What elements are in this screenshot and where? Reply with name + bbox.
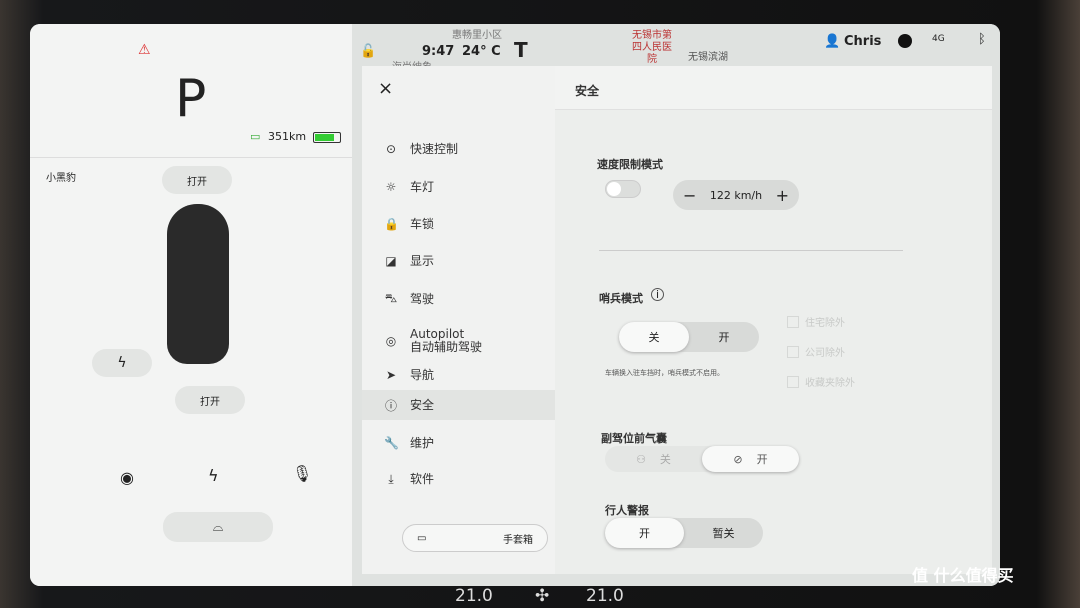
battery-icon bbox=[313, 132, 341, 143]
wrench-icon: 🔧 bbox=[384, 436, 399, 450]
menu-item-7[interactable]: ⓘ 安全 bbox=[362, 390, 555, 420]
menu-item-label: 显示 bbox=[410, 253, 435, 268]
menu-item-5[interactable]: ◎ Autopilot 自动辅助驾驶 bbox=[384, 328, 482, 354]
menu-item-label: 车灯 bbox=[410, 179, 435, 194]
pedestrian-pause-option[interactable]: 暂关 bbox=[684, 518, 763, 548]
bluetooth-icon[interactable]: ᛒ bbox=[978, 32, 986, 47]
car-small-icon: ▭ bbox=[250, 130, 261, 143]
left-temperature[interactable]: 21.0 bbox=[455, 586, 493, 606]
pedestrian-warning-switch: 开 暂关 bbox=[605, 518, 763, 548]
pedestrian-on-option[interactable]: 开 bbox=[605, 518, 684, 548]
map-label: 无锡市第四人民医院 bbox=[632, 30, 672, 65]
watermark: 值 什么值得买 bbox=[912, 566, 1014, 585]
lightning-icon[interactable]: ϟ bbox=[208, 466, 219, 485]
menu-item-3[interactable]: ◪ 显示 bbox=[384, 254, 434, 268]
map-label: 惠畅里小区 bbox=[452, 30, 502, 41]
menu-item-label: Autopilot 自动辅助驾驶 bbox=[410, 327, 483, 354]
camera-icon[interactable]: ◉ bbox=[120, 468, 134, 487]
range: 351km bbox=[268, 130, 307, 143]
right-temperature[interactable]: 21.0 bbox=[586, 586, 624, 606]
download-icon: ⤓ bbox=[388, 472, 394, 486]
menu-item-2[interactable]: 🔒 车锁 bbox=[384, 217, 434, 231]
clock: 9:47 bbox=[422, 44, 455, 59]
navigation-icon: ➤ bbox=[385, 368, 397, 382]
sentry-mode-switch: 关 开 bbox=[619, 322, 759, 352]
temperature: 24° C bbox=[462, 44, 501, 59]
safety-settings: 安全 速度限制模式 − 122 km/h + 哨兵模式 i 关 开 车辆换入驻车… bbox=[555, 66, 992, 574]
divider bbox=[30, 157, 352, 158]
sentry-on-option[interactable]: 开 bbox=[689, 322, 759, 352]
gear-indicator: P bbox=[175, 69, 207, 129]
airbag-on-icon: ⊘ bbox=[733, 452, 757, 466]
touchscreen: 惠畅里小区 🔓 9:47 24° C 惠畅里小区 海尚绅象 T 无锡市第四人民医… bbox=[30, 24, 1000, 586]
user-name[interactable]: Chris bbox=[844, 34, 881, 49]
alert-icon: ⓘ bbox=[384, 398, 397, 413]
frunk-open-button[interactable]: 打开 bbox=[162, 166, 232, 194]
lock-icon[interactable]: 🔓 bbox=[360, 44, 376, 59]
pedestrian-warning-label: 行人警报 bbox=[605, 504, 649, 517]
microphone-icon[interactable]: 🎙 bbox=[292, 464, 312, 483]
speed-limit-value: 122 km/h bbox=[709, 188, 763, 202]
menu-item-9[interactable]: ⤓ 软件 bbox=[384, 472, 434, 487]
page-title: 安全 bbox=[575, 84, 600, 98]
increase-button[interactable]: + bbox=[776, 186, 789, 205]
menu-item-label: 驾驶 bbox=[410, 291, 435, 306]
charge-port-button[interactable]: ϟ bbox=[92, 349, 152, 377]
sentry-off-option[interactable]: 关 bbox=[619, 322, 689, 352]
menu-item-1[interactable]: ☼ 车灯 bbox=[384, 180, 434, 194]
menu-item-8[interactable]: 🔧 维护 bbox=[384, 436, 434, 450]
map-label: 无锡滨湖 bbox=[688, 52, 728, 63]
menu-item-label: 快速控制 bbox=[410, 141, 459, 156]
car-icon: ⛍ bbox=[384, 291, 398, 305]
status-bar: 🔓 9:47 24° C 惠畅里小区 海尚绅象 T 无锡市第四人民医院 无锡滨湖… bbox=[352, 24, 1000, 73]
divider bbox=[599, 250, 903, 251]
menu-item-label: 导航 bbox=[410, 367, 435, 382]
info-icon[interactable]: i bbox=[651, 288, 664, 301]
airbag-off-icon: ⚇ bbox=[636, 452, 660, 466]
close-icon[interactable]: × bbox=[378, 78, 393, 99]
menu-item-label: 安全 bbox=[410, 397, 435, 412]
airbag-off-option[interactable]: ⚇ 关 bbox=[605, 446, 702, 472]
wiper-button[interactable]: ⌓ bbox=[163, 512, 273, 542]
sentry-mode-label: 哨兵模式 bbox=[599, 292, 643, 305]
car-image bbox=[167, 204, 229, 364]
decrease-button[interactable]: − bbox=[683, 186, 696, 205]
toggle-icon: ⊙ bbox=[385, 142, 397, 156]
menu-item-4[interactable]: ⛍ 驾驶 bbox=[384, 291, 434, 307]
glovebox-label: 手套箱 bbox=[503, 534, 533, 546]
glovebox-icon: ▭ bbox=[417, 532, 427, 544]
display-icon: ◪ bbox=[385, 254, 397, 268]
signal-icon: 4G bbox=[932, 34, 945, 44]
sentry-note: 车辆换入驻车挡时，哨兵模式不启用。 bbox=[605, 369, 724, 377]
passenger-airbag-label: 副驾位前气囊 bbox=[601, 432, 667, 445]
light-icon: ☼ bbox=[385, 180, 397, 194]
user-icon[interactable]: 👤 bbox=[824, 34, 840, 49]
menu-item-label: 维护 bbox=[410, 435, 435, 450]
seatbelt-warning-icon: ⚠ bbox=[138, 42, 151, 58]
tesla-logo-icon[interactable]: T bbox=[514, 38, 528, 62]
menu-item-0[interactable]: ⊙ 快速控制 bbox=[384, 142, 458, 156]
exclude-work-checkbox[interactable]: 公司除外 bbox=[787, 344, 845, 359]
menu-item-6[interactable]: ➤ 导航 bbox=[384, 368, 434, 382]
steering-icon: ◎ bbox=[385, 334, 397, 348]
fan-icon[interactable]: ✣ bbox=[535, 586, 549, 606]
exclude-favorites-checkbox[interactable]: 收藏夹除外 bbox=[787, 374, 855, 389]
climate-bar: 21.0 ✣ 21.0 值 什么值得买 bbox=[0, 566, 1080, 608]
passenger-airbag-switch: ⚇ 关 ⊘ 开 bbox=[605, 446, 799, 472]
glovebox-button[interactable]: ▭ 手套箱 bbox=[402, 524, 548, 552]
menu-item-label: 软件 bbox=[410, 472, 435, 486]
airbag-on-option[interactable]: ⊘ 开 bbox=[702, 446, 799, 472]
exclude-home-checkbox[interactable]: 住宅除外 bbox=[787, 314, 845, 329]
settings-menu: × ⊙ 快速控制 ☼ 车灯 🔒 车锁 ◪ 显示 ⛍ 驾驶 ◎ Autopilot 自动辅助驾驶 ➤ 导航 ⓘ 安… bbox=[362, 66, 555, 574]
vehicle-name: 小黑豹 bbox=[46, 173, 76, 184]
camera-icon bbox=[898, 34, 912, 48]
trunk-open-button[interactable]: 打开 bbox=[175, 386, 245, 414]
menu-item-label: 车锁 bbox=[410, 216, 435, 231]
speed-limit-label: 速度限制模式 bbox=[597, 158, 663, 171]
lock-icon: 🔒 bbox=[384, 217, 399, 231]
speed-limit-stepper: − 122 km/h + bbox=[673, 180, 799, 210]
speed-limit-toggle[interactable] bbox=[605, 180, 641, 198]
vehicle-panel: ⚠ P ▭ 351km 小黑豹 打开 ϟ 打开 ◉ ϟ 🎙 ⌓ bbox=[30, 24, 352, 586]
